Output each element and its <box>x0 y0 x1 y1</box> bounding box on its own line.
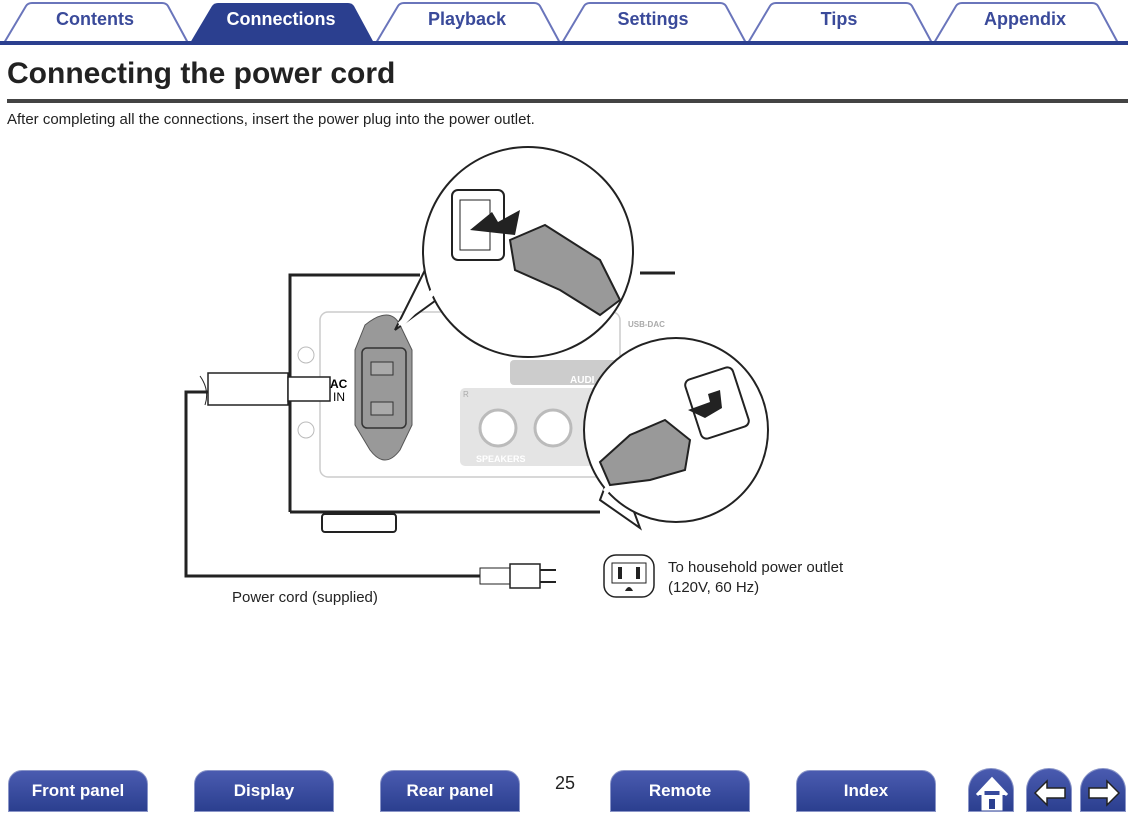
tab-tips[interactable]: Tips <box>746 2 932 44</box>
page-title: Connecting the power cord <box>7 57 396 90</box>
outlet-label: To household power outlet (120V, 60 Hz) <box>668 558 843 598</box>
speakers-label: SPEAKERS <box>476 454 526 464</box>
tab-settings[interactable]: Settings <box>560 2 746 44</box>
remote-button[interactable]: Remote <box>610 770 750 812</box>
ac-in-label-2: IN <box>333 390 345 404</box>
home-button[interactable] <box>968 768 1014 812</box>
tab-playback[interactable]: Playback <box>374 2 560 44</box>
home-icon <box>975 776 1009 811</box>
back-arrow-icon <box>1033 779 1066 807</box>
forward-arrow-icon <box>1088 779 1121 807</box>
rear-panel-button[interactable]: Rear panel <box>380 770 520 812</box>
display-button[interactable]: Display <box>194 770 334 812</box>
outlet-label-line1: To household power outlet <box>668 559 844 576</box>
tab-connections[interactable]: Connections <box>188 2 374 43</box>
page-number: 25 <box>555 773 576 793</box>
tab-underline <box>0 41 1128 45</box>
back-button[interactable] <box>1026 768 1072 812</box>
forward-button[interactable] <box>1080 768 1126 812</box>
front-panel-button[interactable]: Front panel <box>8 770 148 812</box>
tab-contents[interactable]: Contents <box>2 2 188 44</box>
audio-label: AUDI <box>570 375 595 386</box>
usb-dac-label: USB-DAC <box>628 320 665 329</box>
power-cord-label: Power cord (supplied) <box>232 589 378 606</box>
tab-appendix[interactable]: Appendix <box>932 2 1118 44</box>
title-divider <box>7 99 1128 103</box>
intro-text: After completing all the connections, in… <box>7 111 535 128</box>
tab-bar: Contents Connections Playback Settings T… <box>0 0 1128 46</box>
speaker-r-label: R <box>463 390 469 399</box>
ac-in-label: AC <box>330 377 348 391</box>
index-button[interactable]: Index <box>796 770 936 812</box>
power-cord-illustration: AC IN AUDI USB-DAC R SPEAKERS <box>184 146 769 598</box>
outlet-label-line2: (120V, 60 Hz) <box>668 579 760 596</box>
